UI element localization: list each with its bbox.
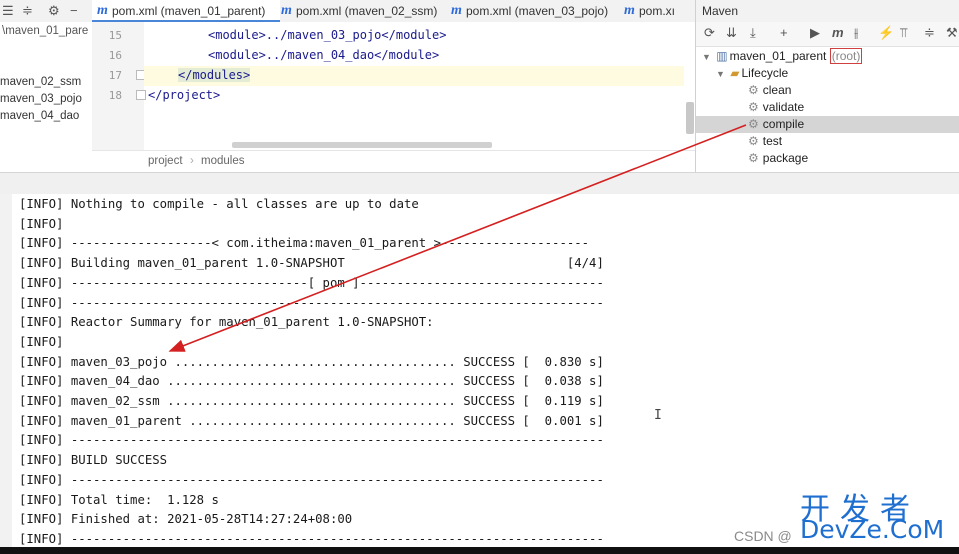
maven-phase-package[interactable]: ⚙ package: [748, 150, 808, 167]
csdn-watermark: CSDN @: [734, 528, 792, 544]
code-line: </modules>: [178, 68, 251, 82]
chevron-down-icon[interactable]: ▼: [716, 69, 725, 79]
line-number: 16: [108, 49, 122, 62]
gear-icon: ⚙: [748, 151, 759, 165]
breadcrumb-modules[interactable]: modules: [201, 155, 244, 167]
line-gutter: 15 16 17 18: [92, 22, 146, 150]
gear-icon: ⚙: [748, 134, 759, 148]
console-line: [INFO]: [19, 334, 64, 349]
breadcrumb-separator: ›: [190, 155, 194, 167]
console-line: [INFO] BUILD SUCCESS: [19, 453, 168, 468]
console-line: [INFO] Nothing to compile - all classes …: [19, 197, 419, 211]
breadcrumb: project › modules: [92, 150, 695, 173]
expand-icon[interactable]: ≑: [22, 3, 33, 19]
code-line: </project>: [148, 88, 221, 102]
tab-pom-maven-03-pojo[interactable]: m pom.xml (maven_03_pojo): [446, 0, 622, 22]
line-number: 17: [108, 69, 122, 82]
line-number: 15: [108, 29, 122, 42]
tab-pom-maven-02-ssm[interactable]: m pom.xml (maven_02_ssm): [276, 0, 448, 22]
maven-file-icon: m: [281, 3, 292, 18]
add-icon[interactable]: +: [780, 25, 788, 40]
folder-icon: ▰: [730, 66, 740, 80]
maven-file-icon: m: [624, 3, 635, 18]
fold-icon[interactable]: [136, 90, 146, 100]
tree-item-maven-03-pojo[interactable]: maven_03_pojo: [0, 93, 82, 105]
tree-item-maven-02-ssm[interactable]: maven_02_ssm: [0, 76, 81, 88]
line-number: 18: [108, 89, 122, 102]
collapse-all-icon[interactable]: ☰: [2, 3, 14, 19]
devze-watermark-en: DevZe.CoM: [800, 515, 945, 544]
show-dependencies-icon[interactable]: ⫪: [900, 25, 907, 41]
horizontal-scrollbar[interactable]: [232, 142, 492, 148]
code-editor[interactable]: 15 16 17 18 <module>../maven_03_pojo</mo…: [92, 22, 695, 173]
bottom-edge: [0, 547, 959, 554]
execute-goal-icon[interactable]: m: [832, 25, 844, 40]
maven-phase-validate[interactable]: ⚙ validate: [748, 99, 804, 116]
console-line: [INFO] maven_01_parent .................…: [19, 413, 604, 428]
chevron-down-icon[interactable]: ▼: [702, 52, 711, 62]
console-line: [INFO] ---------------------------------…: [19, 433, 604, 448]
tree-item-maven-04-dao[interactable]: maven_04_dao: [0, 110, 79, 122]
console-line: [INFO] maven_02_ssm ....................…: [19, 394, 604, 408]
console-line: [INFO] Finished at: 2021-05-28T14:27:24+…: [19, 512, 353, 527]
console-line: [INFO] --------------------------------[…: [19, 275, 604, 290]
console-gutter: [0, 194, 12, 547]
console-line: [INFO] ---------------------------------…: [19, 472, 604, 487]
console-line: [INFO] ---------------------------------…: [19, 531, 604, 546]
generate-sources-icon[interactable]: ⇊: [726, 25, 737, 41]
code-line: <module>../maven_03_pojo</module>: [208, 28, 447, 42]
maven-phase-clean[interactable]: ⚙ clean: [748, 82, 791, 99]
breadcrumb-project[interactable]: project: [148, 155, 183, 167]
console-line: [INFO]: [19, 216, 64, 231]
skip-tests-icon[interactable]: ⚡: [878, 25, 894, 41]
maven-tool-window: Maven ⟳ ⇊ ⤓ + ▶ m ⫲ ⚡ ⫪ ≑ ⚒ ▼ ▥ maven_01_…: [695, 0, 959, 172]
run-icon[interactable]: ▶: [810, 25, 820, 41]
toggle-offline-icon[interactable]: ⫲: [854, 25, 858, 41]
maven-phase-compile[interactable]: ⚙ compile: [748, 116, 804, 133]
gear-icon: ⚙: [748, 117, 759, 131]
maven-phase-test[interactable]: ⚙ test: [748, 133, 782, 150]
maven-title: Maven: [702, 4, 739, 18]
code-line: <module>../maven_04_dao</module>: [208, 48, 440, 62]
reload-icon[interactable]: ⟳: [704, 25, 715, 41]
maven-toolbar: ⟳ ⇊ ⤓ + ▶ m ⫲ ⚡ ⫪ ≑ ⚒: [696, 22, 959, 47]
console-line: [INFO] -------------------< com.itheima:…: [19, 236, 590, 251]
gear-icon[interactable]: ⚙: [48, 3, 60, 19]
maven-header: Maven: [696, 0, 959, 23]
text-cursor-icon: I: [654, 408, 662, 423]
run-panel-header: [0, 172, 959, 196]
gear-icon: ⚙: [748, 83, 759, 97]
console-line: [INFO] Total time: 1.128 s: [19, 492, 219, 507]
vertical-scrollbar[interactable]: [686, 102, 694, 134]
tab-pom-maven-01-parent[interactable]: m pom.xml (maven_01_parent): [92, 0, 280, 22]
console-line: [INFO] ---------------------------------…: [19, 295, 604, 310]
collapse-icon[interactable]: ≑: [924, 25, 935, 41]
selected-row-highlight: [696, 116, 959, 133]
editor-tabs: m pom.xml (maven_01_parent) m pom.xml (mav…: [92, 0, 695, 23]
console-line: [INFO] maven_03_pojo ...................…: [19, 354, 604, 369]
download-icon[interactable]: ⤓: [750, 25, 756, 41]
maven-file-icon: m: [97, 3, 108, 18]
tab-pom-overflow[interactable]: m pom.xı: [619, 0, 695, 22]
console-line: [INFO] Building maven_01_parent 1.0-SNAP…: [19, 256, 604, 271]
console-line: [INFO] maven_04_dao ....................…: [19, 374, 604, 389]
minus-icon[interactable]: −: [70, 3, 78, 18]
project-tree: \maven_01_pare maven_02_ssm maven_03_poj…: [0, 22, 93, 172]
maven-file-icon: m: [451, 3, 462, 18]
root-badge: (root): [829, 48, 863, 64]
gear-icon: ⚙: [748, 100, 759, 114]
maven-project-icon: ▥: [716, 49, 728, 63]
wrench-icon[interactable]: ⚒: [946, 25, 958, 41]
maven-lifecycle-node[interactable]: ▼ ▰ Lifecycle: [716, 65, 788, 82]
console-line: [INFO] Reactor Summary for maven_01_pare…: [19, 315, 434, 330]
maven-root-project[interactable]: ▼ ▥ maven_01_parent (root): [702, 48, 863, 65]
project-toolbar: ☰ ≑ ⚙ −: [0, 0, 92, 23]
project-path: \maven_01_pare: [2, 25, 89, 37]
